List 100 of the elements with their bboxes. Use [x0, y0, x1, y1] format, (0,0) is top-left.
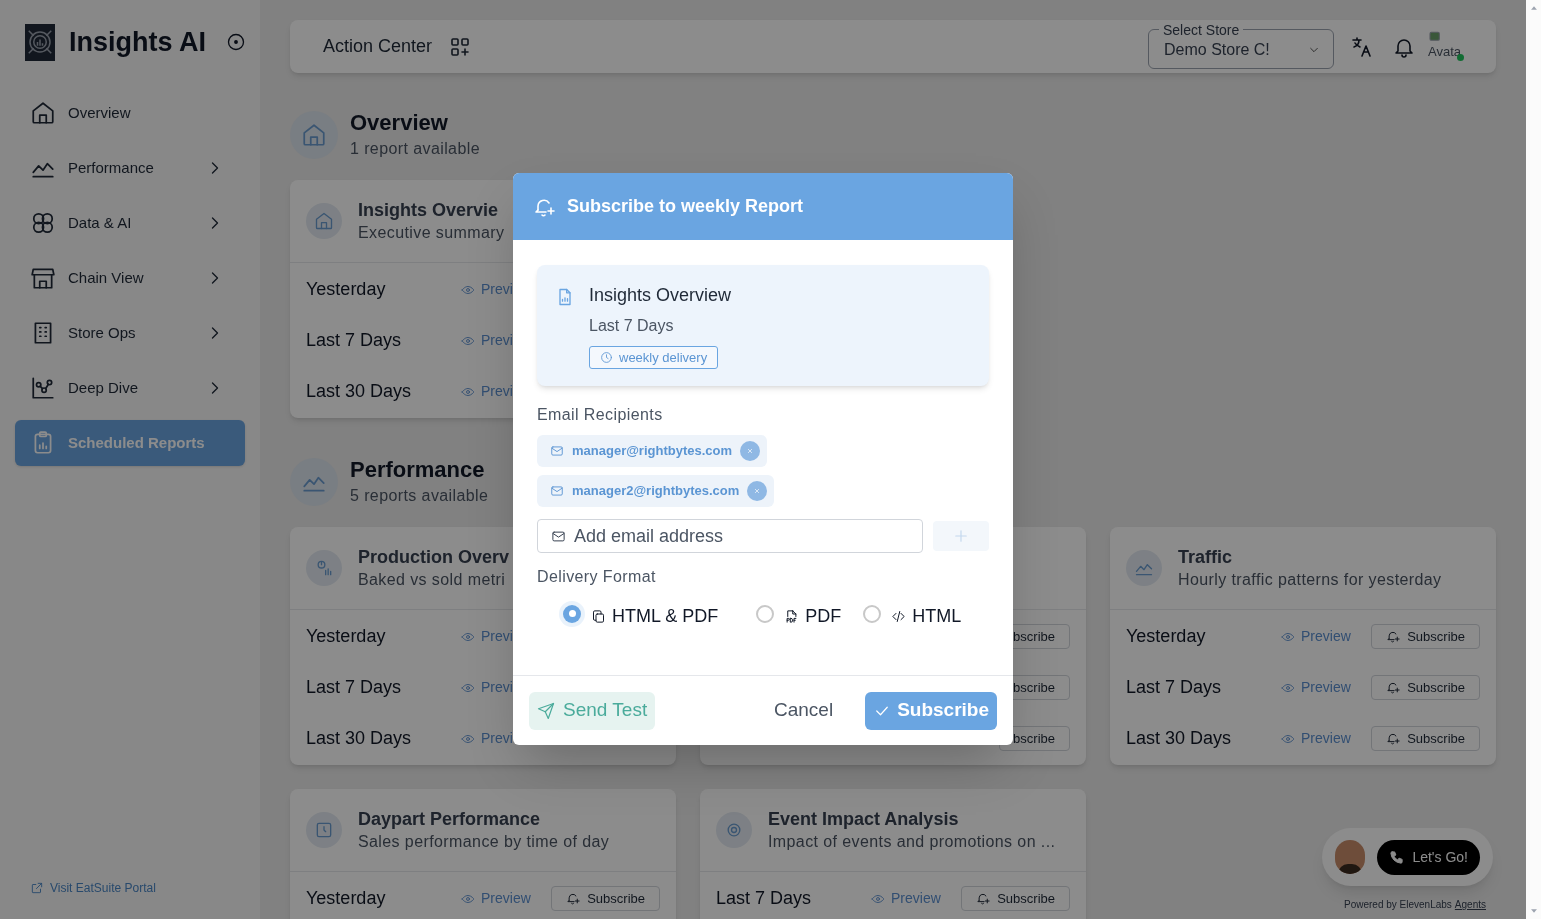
period-label: Last 30 Days — [306, 380, 413, 403]
period-label: Yesterday — [306, 887, 387, 910]
nav-item[interactable]: Store Ops — [15, 310, 245, 356]
call-button[interactable]: Let's Go! — [1377, 839, 1480, 875]
target-icon — [226, 32, 246, 52]
section-title: Overview — [350, 109, 449, 137]
radio-label: HTML — [912, 605, 962, 628]
portal-link[interactable]: Visit EatSuite Portal — [30, 879, 245, 897]
agent-avatar — [1335, 840, 1366, 874]
nav-item[interactable]: Chain View — [15, 255, 245, 301]
mail-icon — [551, 529, 566, 544]
subscribe-button[interactable]: Subscribe — [1371, 624, 1480, 649]
report-icon — [306, 203, 342, 239]
copy-icon — [591, 609, 606, 624]
section-subtitle: 1 report available — [350, 139, 480, 159]
period-label: Yesterday — [1126, 625, 1207, 648]
report-icon — [306, 550, 342, 586]
preview-link[interactable]: Previ — [461, 330, 513, 351]
report-icon — [1126, 550, 1162, 586]
code-icon — [891, 609, 907, 624]
store-icon — [30, 265, 56, 291]
field-label: Email Recipients — [537, 405, 664, 425]
card-subtitle: Sales performance by time of day — [358, 832, 610, 852]
agents-link[interactable]: Agents — [1454, 897, 1486, 912]
radio-button[interactable] — [756, 604, 775, 623]
card-title: Daypart Performance — [358, 808, 542, 831]
sidebar-toggle-button[interactable] — [226, 32, 246, 52]
nav-item[interactable]: Performance — [15, 145, 245, 191]
send-test-button[interactable]: Send Test — [529, 691, 656, 730]
pdf-file-icon — [784, 609, 800, 624]
chart-icon — [30, 375, 56, 401]
mail-icon — [550, 444, 564, 458]
preview-link[interactable]: Previ — [461, 677, 513, 698]
period-label: Last 30 Days — [306, 727, 413, 750]
report-period: Last 7 Days — [589, 316, 674, 336]
card-subtitle: Executive summary — [358, 223, 505, 243]
period-label: Last 7 Days — [1126, 676, 1223, 699]
brand-name: Insights AI — [69, 25, 206, 59]
radio-label: HTML & PDF — [612, 605, 719, 628]
mail-icon — [550, 484, 564, 498]
select-label: Select Store — [1162, 22, 1241, 37]
bell-plus-icon — [566, 891, 582, 906]
dialog-title: Subscribe to weekly Report — [567, 195, 804, 218]
nav-item[interactable]: Deep Dive — [15, 365, 245, 411]
period-label: Last 7 Days — [306, 329, 403, 352]
card-title: Insights Overvie — [358, 199, 500, 222]
radio-button[interactable] — [563, 604, 581, 623]
preview-link[interactable]: Preview — [871, 888, 941, 909]
cancel-button[interactable]: Cancel — [765, 696, 842, 725]
recipient-email: manager@rightbytes.com — [572, 442, 733, 461]
scrollbar[interactable] — [1526, 0, 1541, 919]
bell-plus-icon — [976, 891, 992, 906]
remove-button[interactable] — [740, 441, 761, 461]
section-subtitle: 5 reports available — [350, 486, 489, 506]
card-subtitle: Impact of events and promotions on ... — [768, 832, 1056, 852]
clock-icon — [600, 351, 613, 364]
section-icon — [290, 111, 338, 159]
period-label: Yesterday — [306, 278, 387, 301]
logo-icon — [25, 23, 55, 61]
phone-icon — [1389, 849, 1405, 865]
card-title: Traffic — [1178, 546, 1234, 569]
subscribe-button[interactable]: Subscribe — [865, 691, 997, 730]
avatar-alt-text: Avata — [1428, 44, 1461, 58]
recipient-email: manager2@rightbytes.com — [572, 482, 740, 501]
period-label: Yesterday — [306, 625, 387, 648]
language-button[interactable] — [1350, 34, 1374, 59]
section-title: Performance — [350, 456, 486, 484]
store-select[interactable]: Select Store Demo Store C! — [1148, 22, 1334, 69]
page-title: Action Center — [323, 35, 433, 58]
subscribe-button[interactable]: Subscribe — [1371, 675, 1480, 700]
send-icon — [537, 701, 555, 720]
nav-item[interactable]: Overview — [15, 90, 245, 136]
nav-item[interactable]: Data & AI — [15, 200, 245, 246]
preview-link[interactable]: Preview — [1281, 677, 1351, 698]
preview-link[interactable]: Preview — [461, 888, 531, 909]
period-label: Last 7 Days — [306, 676, 403, 699]
preview-link[interactable]: Previ — [461, 279, 513, 300]
preview-link[interactable]: Preview — [1281, 626, 1351, 647]
remove-button[interactable] — [747, 481, 768, 501]
report-icon — [716, 812, 752, 848]
preview-link[interactable]: Previ — [461, 381, 513, 402]
radio-button[interactable] — [863, 604, 882, 623]
card-subtitle: Hourly traffic patterns for yesterday — [1178, 570, 1442, 590]
email-input-field[interactable]: Add email address — [537, 519, 924, 553]
preview-link[interactable]: Previ — [461, 626, 513, 647]
external-link-icon — [30, 881, 44, 895]
avatar-button[interactable]: Avata — [1428, 28, 1466, 65]
radio-label: PDF — [805, 605, 842, 628]
period-label: Last 30 Days — [1126, 727, 1233, 750]
preview-link[interactable]: Preview — [1281, 728, 1351, 749]
translate-icon — [1350, 34, 1374, 59]
section-icon — [290, 458, 338, 506]
subscribe-button[interactable]: Subscribe — [961, 886, 1070, 911]
preview-link[interactable]: Previ — [461, 728, 513, 749]
subscribe-button[interactable]: Subscribe — [1371, 726, 1480, 751]
subscribe-button[interactable]: Subscribe — [551, 886, 660, 911]
card-title: Event Impact Analysis — [768, 808, 960, 831]
delivery-badge: weekly delivery — [589, 346, 719, 369]
report-title: Insights Overview — [589, 284, 732, 307]
bell-plus-icon — [1386, 680, 1402, 695]
